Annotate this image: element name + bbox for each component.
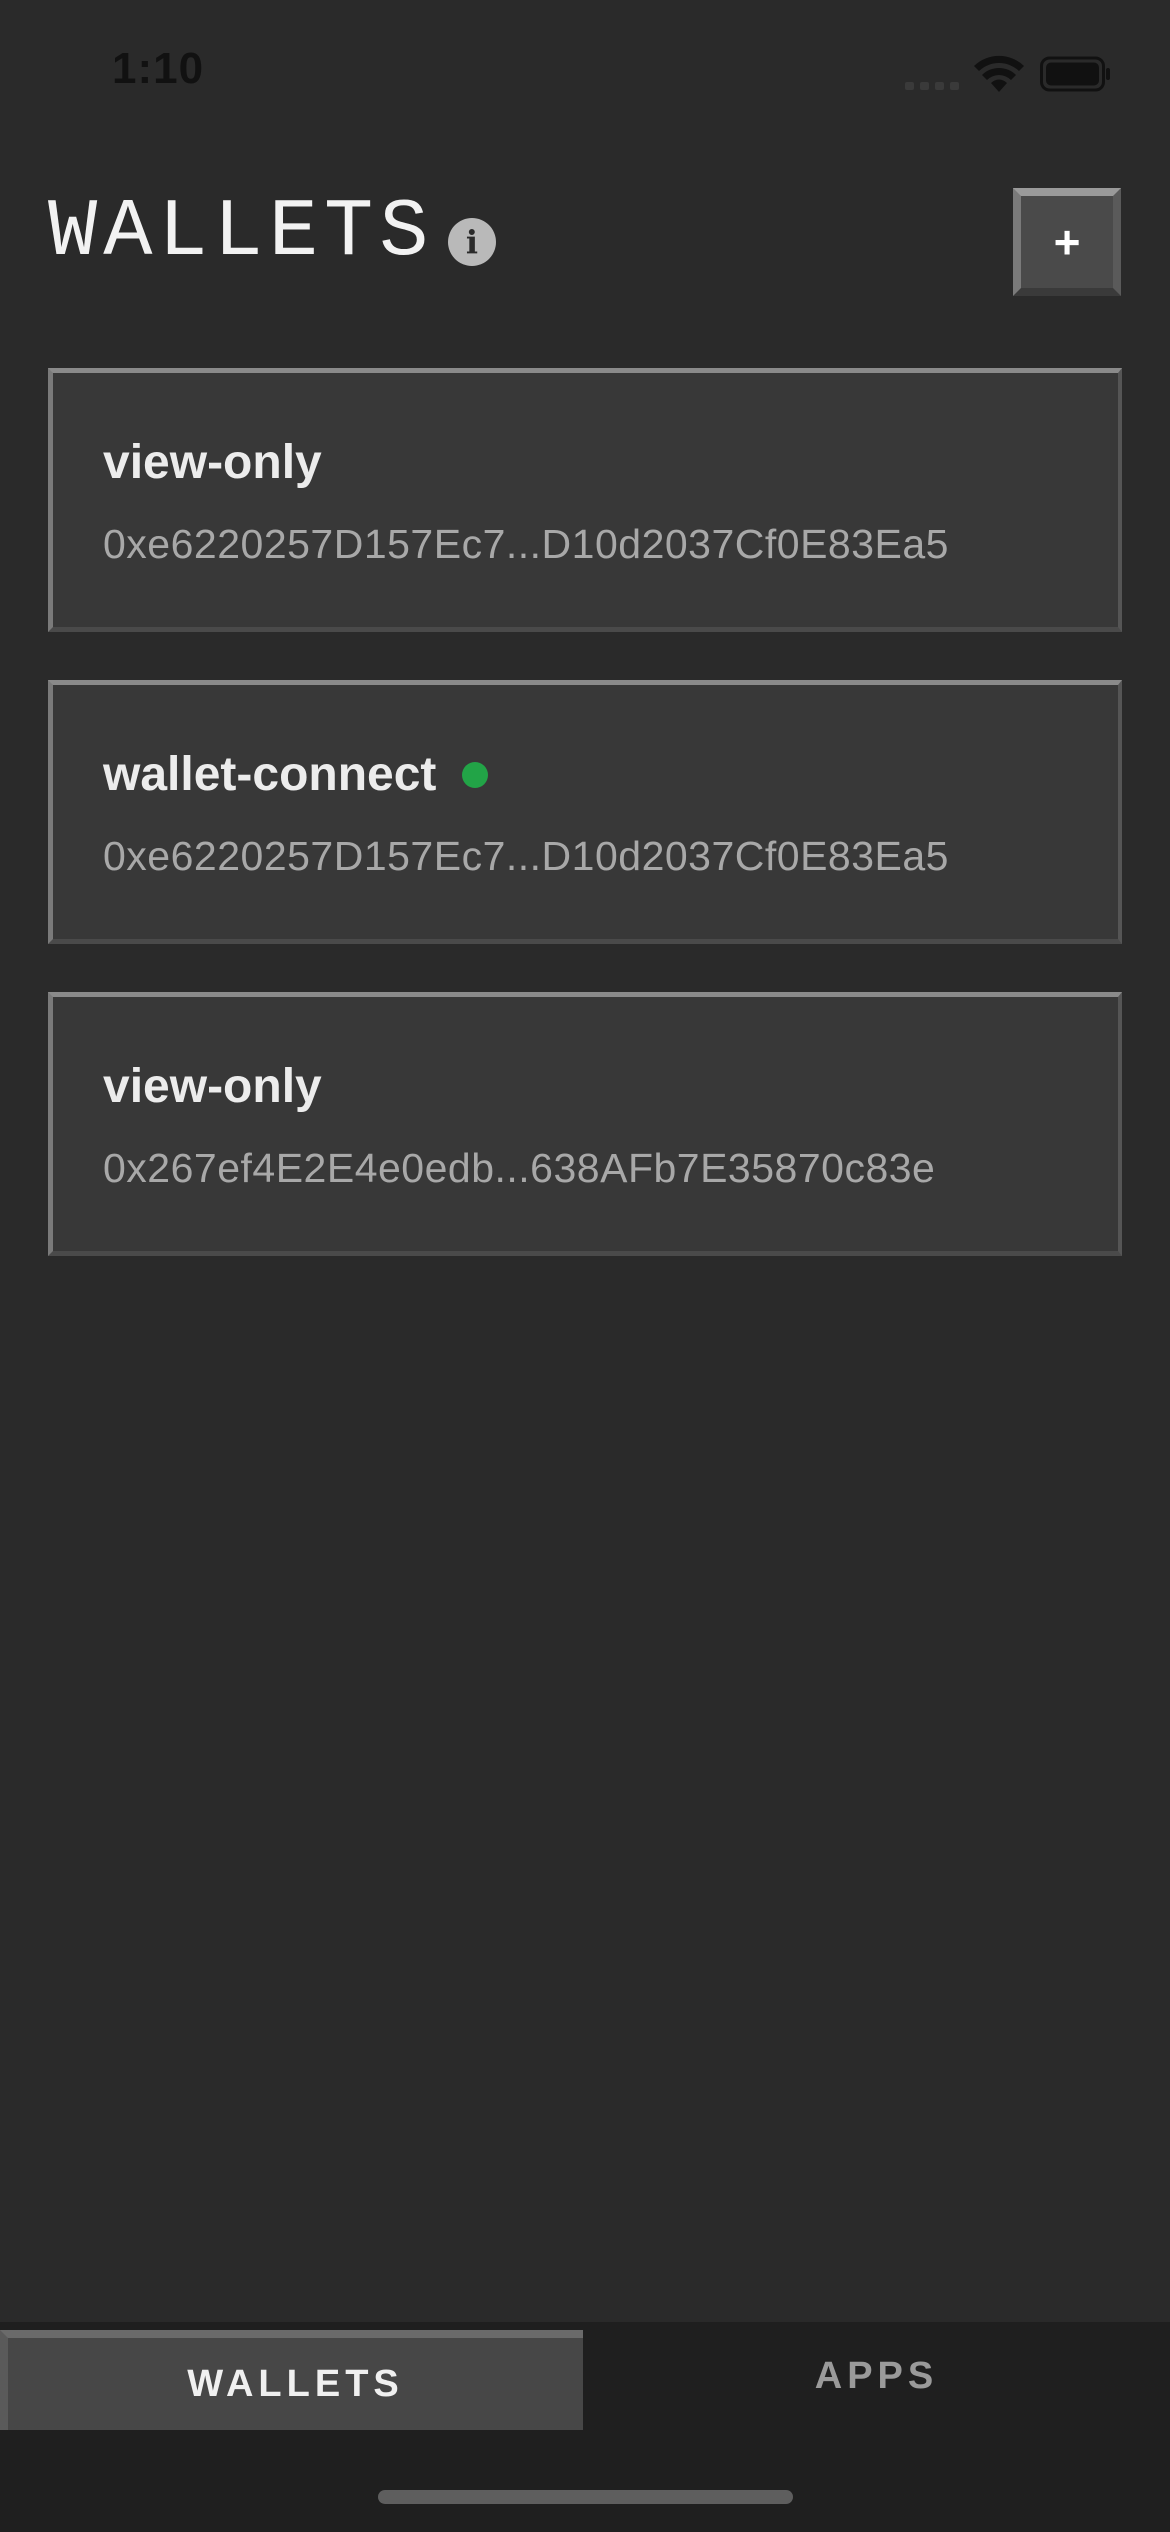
- plus-icon: +: [1053, 216, 1081, 268]
- wifi-icon: [974, 55, 1024, 92]
- add-wallet-button[interactable]: +: [1013, 188, 1121, 296]
- page-title: WALLETS: [48, 186, 435, 279]
- tab-wallets[interactable]: WALLETS: [0, 2330, 583, 2430]
- wallet-name: view-only: [103, 435, 322, 490]
- tab-label: WALLETS: [187, 2362, 404, 2405]
- signal-icon: [905, 82, 961, 90]
- wallet-list: view-only 0xe6220257D157Ec7...D10d2037Cf…: [48, 368, 1122, 1304]
- wallet-name-label: view-only: [103, 436, 322, 489]
- wallet-card[interactable]: view-only 0x267ef4E2E4e0edb...638AFb7E35…: [48, 992, 1122, 1256]
- wallet-card[interactable]: view-only 0xe6220257D157Ec7...D10d2037Cf…: [48, 368, 1122, 632]
- home-indicator: [378, 2490, 793, 2504]
- connected-status-dot: [462, 761, 489, 788]
- wallet-address: 0xe6220257D157Ec7...D10d2037Cf0E83Ea5: [103, 833, 949, 879]
- info-icon[interactable]: i: [448, 218, 496, 266]
- wallet-address: 0xe6220257D157Ec7...D10d2037Cf0E83Ea5: [103, 521, 949, 567]
- wallet-card[interactable]: wallet-connect 0xe6220257D157Ec7...D10d2…: [48, 680, 1122, 944]
- tab-label: APPS: [814, 2354, 939, 2397]
- wallet-name: view-only: [103, 1059, 322, 1114]
- wallet-name-label: wallet-connect: [103, 748, 437, 801]
- wallet-name: wallet-connect: [103, 747, 489, 802]
- status-bar: 1:10: [0, 0, 1170, 150]
- wallet-address: 0x267ef4E2E4e0edb...638AFb7E35870c83e: [103, 1145, 936, 1191]
- status-time: 1:10: [112, 44, 205, 93]
- tab-apps[interactable]: APPS: [583, 2330, 1170, 2422]
- wallet-name-label: view-only: [103, 1060, 322, 1113]
- battery-icon: [1040, 56, 1110, 92]
